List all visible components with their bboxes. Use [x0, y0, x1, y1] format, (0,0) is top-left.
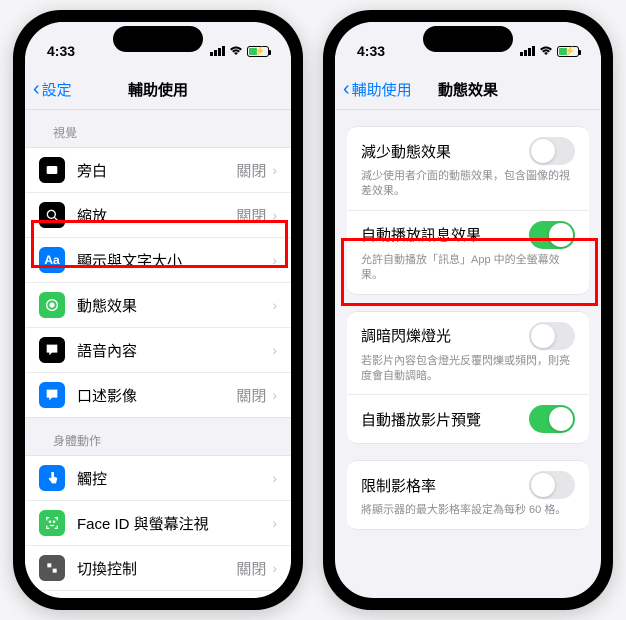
- signal-icon: [520, 46, 535, 56]
- chevron-right-icon: ›: [272, 342, 277, 358]
- content-scroll[interactable]: 減少動態效果 減少使用者介面的動態效果，包含圖像的視差效果。 自動播放訊息效果 …: [335, 110, 601, 598]
- chevron-left-icon: ‹: [33, 78, 40, 101]
- row-label: 切換控制: [77, 558, 236, 579]
- notch: [113, 26, 203, 52]
- row-audio-desc[interactable]: 口述影像 關閉 ›: [25, 373, 291, 417]
- chevron-left-icon: ‹: [343, 78, 350, 101]
- row-speech[interactable]: 語音內容 ›: [25, 328, 291, 373]
- toggle-label: 自動播放訊息效果: [361, 224, 481, 245]
- wifi-icon: [229, 44, 243, 59]
- display-text-icon: Aa: [39, 247, 65, 273]
- page-title: 輔助使用: [128, 79, 188, 100]
- body-group: 觸控 › Face ID 與螢幕注視 › 切換控制 關閉 › 語音控制: [25, 455, 291, 598]
- toggle-group-2: 調暗閃爍燈光 若影片內容包含燈光反覆閃爍或頻閃，則亮度會自動調暗。 自動播放影片…: [347, 311, 589, 445]
- row-label: 動態效果: [77, 295, 272, 316]
- row-label: 旁白: [77, 160, 236, 181]
- signal-icon: [210, 46, 225, 56]
- row-touch[interactable]: 觸控 ›: [25, 456, 291, 501]
- chevron-right-icon: ›: [272, 252, 277, 268]
- section-header-vision: 視覺: [25, 110, 291, 147]
- speech-icon: [39, 337, 65, 363]
- toggle-group-1: 減少動態效果 減少使用者介面的動態效果，包含圖像的視差效果。 自動播放訊息效果 …: [347, 126, 589, 295]
- row-status: 關閉: [236, 558, 266, 579]
- battery-icon: ⚡: [557, 46, 579, 57]
- row-voice-control[interactable]: 語音控制 關閉 ›: [25, 591, 291, 598]
- toggle-limit-fps: 限制影格率 將顯示器的最大影格率設定為每秒 60 格。: [347, 461, 589, 528]
- switch-auto-video[interactable]: [529, 405, 575, 433]
- voiceover-icon: [39, 157, 65, 183]
- touch-icon: [39, 465, 65, 491]
- nav-bar: ‹ 設定 輔助使用: [25, 70, 291, 110]
- toggle-desc: 若影片內容包含燈光反覆閃爍或頻閃，則亮度會自動調暗。: [361, 354, 575, 385]
- screen-accessibility: 4:33 ⚡ ‹ 設定 輔助使用 視覺 旁白 關閉: [25, 22, 291, 598]
- back-button[interactable]: ‹ 設定: [25, 78, 72, 101]
- toggle-desc: 允許自動播放「訊息」App 中的全螢幕效果。: [361, 253, 575, 284]
- screen-motion: 4:33 ⚡ ‹ 輔助使用 動態效果 減少動態效果: [335, 22, 601, 598]
- row-status: 關閉: [236, 160, 266, 181]
- switch-dim-flash[interactable]: [529, 322, 575, 350]
- toggle-reduce-motion: 減少動態效果 減少使用者介面的動態效果，包含圖像的視差效果。: [347, 127, 589, 211]
- toggle-desc: 將顯示器的最大影格率設定為每秒 60 格。: [361, 503, 575, 518]
- chevron-right-icon: ›: [272, 560, 277, 576]
- phone-right: 4:33 ⚡ ‹ 輔助使用 動態效果 減少動態效果: [323, 10, 613, 610]
- toggle-label: 限制影格率: [361, 475, 436, 496]
- row-zoom[interactable]: 縮放 關閉 ›: [25, 193, 291, 238]
- chevron-right-icon: ›: [272, 515, 277, 531]
- battery-icon: ⚡: [247, 46, 269, 57]
- chevron-right-icon: ›: [272, 470, 277, 486]
- row-label: 顯示與文字大小: [77, 250, 272, 271]
- toggle-desc: 減少使用者介面的動態效果，包含圖像的視差效果。: [361, 169, 575, 200]
- toggle-auto-video: 自動播放影片預覽: [347, 395, 589, 443]
- row-label: 語音內容: [77, 340, 272, 361]
- content-scroll[interactable]: 視覺 旁白 關閉 › 縮放 關閉 › Aa 顯示與文字大小 ›: [25, 110, 291, 598]
- switch-auto-msg[interactable]: [529, 221, 575, 249]
- toggle-label: 減少動態效果: [361, 141, 451, 162]
- row-label: 口述影像: [77, 385, 236, 406]
- row-voiceover[interactable]: 旁白 關閉 ›: [25, 148, 291, 193]
- back-label: 設定: [42, 79, 72, 100]
- toggle-auto-msg: 自動播放訊息效果 允許自動播放「訊息」App 中的全螢幕效果。: [347, 211, 589, 294]
- toggle-label: 自動播放影片預覽: [361, 409, 481, 430]
- section-header-body: 身體動作: [25, 418, 291, 455]
- chevron-right-icon: ›: [272, 387, 277, 403]
- row-switch-control[interactable]: 切換控制 關閉 ›: [25, 546, 291, 591]
- switch-reduce-motion[interactable]: [529, 137, 575, 165]
- row-status: 關閉: [236, 205, 266, 226]
- chevron-right-icon: ›: [272, 297, 277, 313]
- wifi-icon: [539, 44, 553, 59]
- nav-bar: ‹ 輔助使用 動態效果: [335, 70, 601, 110]
- row-label: 觸控: [77, 468, 272, 489]
- chevron-right-icon: ›: [272, 207, 277, 223]
- row-faceid[interactable]: Face ID 與螢幕注視 ›: [25, 501, 291, 546]
- toggle-group-3: 限制影格率 將顯示器的最大影格率設定為每秒 60 格。: [347, 460, 589, 529]
- row-motion[interactable]: 動態效果 ›: [25, 283, 291, 328]
- page-title: 動態效果: [438, 79, 498, 100]
- zoom-icon: [39, 202, 65, 228]
- row-label: Face ID 與螢幕注視: [77, 513, 272, 534]
- row-label: 縮放: [77, 205, 236, 226]
- toggle-label: 調暗閃爍燈光: [361, 325, 451, 346]
- back-button[interactable]: ‹ 輔助使用: [335, 78, 412, 101]
- audio-desc-icon: [39, 382, 65, 408]
- vision-group: 旁白 關閉 › 縮放 關閉 › Aa 顯示與文字大小 › 動態效果: [25, 147, 291, 418]
- phone-left: 4:33 ⚡ ‹ 設定 輔助使用 視覺 旁白 關閉: [13, 10, 303, 610]
- back-label: 輔助使用: [352, 79, 412, 100]
- notch: [423, 26, 513, 52]
- switch-limit-fps[interactable]: [529, 471, 575, 499]
- row-status: 關閉: [236, 385, 266, 406]
- switch-control-icon: [39, 555, 65, 581]
- chevron-right-icon: ›: [272, 162, 277, 178]
- row-display-text[interactable]: Aa 顯示與文字大小 ›: [25, 238, 291, 283]
- toggle-dim-flash: 調暗閃爍燈光 若影片內容包含燈光反覆閃爍或頻閃，則亮度會自動調暗。: [347, 312, 589, 396]
- faceid-icon: [39, 510, 65, 536]
- motion-icon: [39, 292, 65, 318]
